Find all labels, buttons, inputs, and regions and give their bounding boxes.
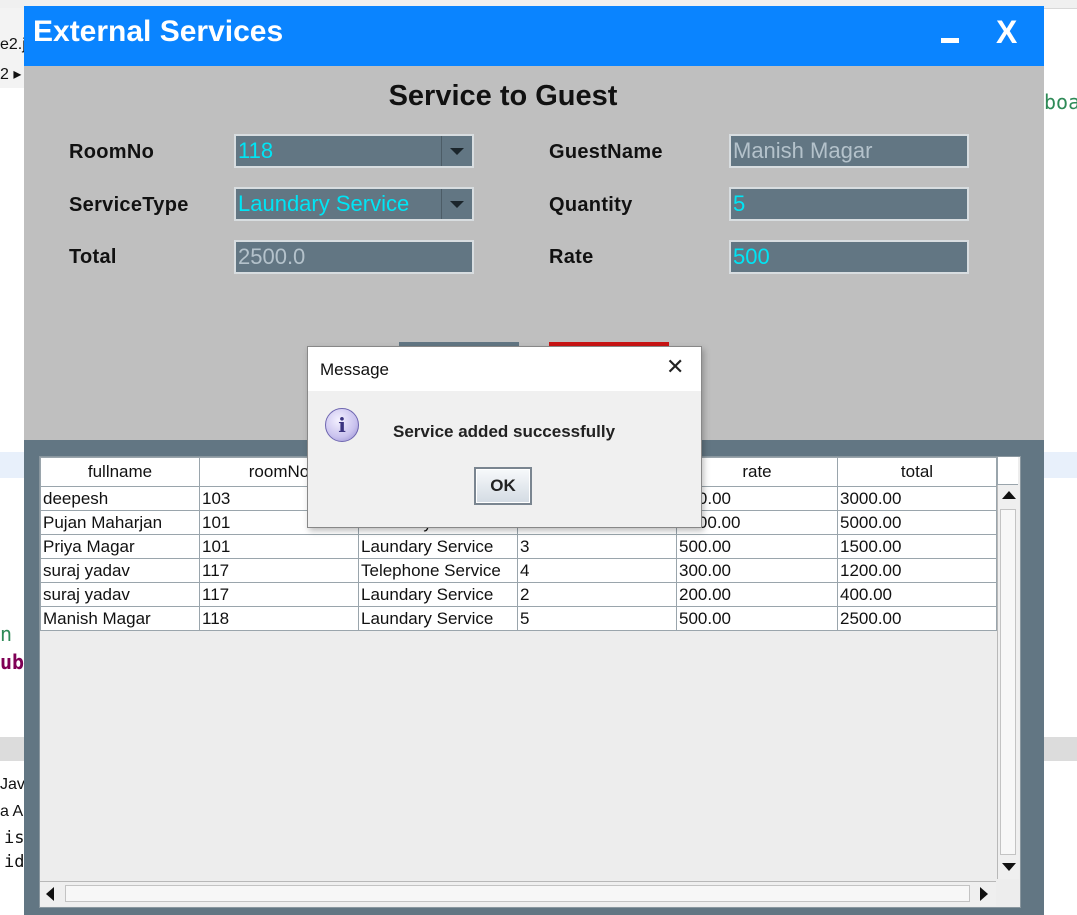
window-title: External Services (33, 15, 284, 48)
room-no-label: RoomNo (69, 141, 155, 163)
table-row[interactable]: suraj yadav 117 Laundary Service 2 200.0… (40, 582, 997, 607)
rate-label: Rate (549, 246, 594, 268)
guest-name-label: GuestName (549, 141, 663, 163)
ide-code-fragment: ub (0, 650, 25, 674)
table-row[interactable]: Priya Magar 101 Laundary Service 3 500.0… (40, 534, 997, 559)
ide-console-text: is (4, 828, 25, 848)
cell-fullname[interactable]: Manish Magar (40, 606, 200, 631)
message-dialog: Message ✕ i Service added successfully O… (307, 346, 702, 528)
quantity-label: Quantity (549, 194, 633, 216)
vertical-scroll-thumb[interactable] (1000, 509, 1016, 855)
cell-quantity[interactable]: 5 (517, 606, 677, 631)
table-header-corner (997, 457, 1018, 485)
room-no-combobox[interactable]: 118 (234, 134, 474, 168)
quantity-field[interactable]: 5 (729, 187, 969, 221)
scroll-right-arrow-icon[interactable] (980, 887, 988, 901)
dialog-titlebar[interactable]: Message ✕ (308, 347, 701, 391)
ide-tab-label[interactable]: e2.j (0, 36, 26, 54)
cell-rate[interactable]: 500.00 (676, 606, 838, 631)
cell-fullname[interactable]: deepesh (40, 486, 200, 511)
ide-panel-divider (0, 737, 24, 761)
cell-rate[interactable]: 200.00 (676, 582, 838, 607)
cell-rate[interactable]: 300.00 (676, 558, 838, 583)
scroll-left-arrow-icon[interactable] (46, 887, 54, 901)
window-titlebar[interactable]: External Services X (24, 6, 1044, 66)
ok-button[interactable]: OK (474, 467, 532, 505)
scroll-down-arrow-icon[interactable] (1002, 863, 1016, 871)
cell-fullname[interactable]: Priya Magar (40, 534, 200, 559)
ide-console-text: id (4, 852, 25, 872)
cell-roomno[interactable]: 117 (199, 558, 359, 583)
cell-total[interactable]: 3000.00 (837, 486, 997, 511)
ide-line-highlight (1044, 452, 1077, 478)
cell-servicetype[interactable]: Laundary Service (358, 606, 518, 631)
total-label: Total (69, 246, 117, 268)
ide-code-fragment: boa (1044, 90, 1077, 114)
scroll-up-arrow-icon[interactable] (1002, 491, 1016, 499)
close-icon[interactable]: ✕ (666, 355, 684, 380)
service-type-combobox[interactable]: Laundary Service (234, 187, 474, 221)
horizontal-scroll-thumb[interactable] (65, 885, 970, 902)
cell-roomno[interactable]: 118 (199, 606, 359, 631)
horizontal-scrollbar[interactable] (40, 881, 996, 906)
form-heading: Service to Guest (388, 80, 618, 112)
cell-rate[interactable]: 500.00 (676, 534, 838, 559)
guest-name-field[interactable]: Manish Magar (729, 134, 969, 168)
chevron-down-icon[interactable] (441, 189, 472, 219)
room-no-value: 118 (238, 138, 274, 163)
cell-total[interactable]: 1200.00 (837, 558, 997, 583)
dialog-message: Service added successfully (393, 422, 616, 441)
cell-fullname[interactable]: suraj yadav (40, 582, 200, 607)
table-row[interactable]: Manish Magar 118 Laundary Service 5 500.… (40, 606, 997, 631)
cell-total[interactable]: 5000.00 (837, 510, 997, 535)
cell-quantity[interactable]: 3 (517, 534, 677, 559)
cell-roomno[interactable]: 117 (199, 582, 359, 607)
cell-total[interactable]: 1500.00 (837, 534, 997, 559)
cell-servicetype[interactable]: Laundary Service (358, 534, 518, 559)
minimize-button[interactable] (941, 38, 959, 43)
cell-fullname[interactable]: suraj yadav (40, 558, 200, 583)
vertical-scrollbar[interactable] (997, 485, 1019, 879)
ide-panel-divider (1044, 737, 1077, 761)
cell-quantity[interactable]: 4 (517, 558, 677, 583)
cell-total[interactable]: 2500.00 (837, 606, 997, 631)
cell-total[interactable]: 400.00 (837, 582, 997, 607)
ide-breadcrumb: 2 ▸ (0, 66, 22, 83)
ide-line-highlight (0, 452, 24, 478)
dialog-title: Message (320, 360, 389, 379)
service-type-value: Laundary Service (238, 191, 410, 216)
rate-field[interactable]: 500 (729, 240, 969, 274)
cell-servicetype[interactable]: Telephone Service (358, 558, 518, 583)
column-header-total[interactable]: total (837, 457, 997, 487)
cell-quantity[interactable]: 2 (517, 582, 677, 607)
ide-code-fragment: n (0, 622, 13, 646)
close-button[interactable]: X (996, 14, 1017, 51)
ide-console-label: a A (0, 803, 24, 820)
column-header-fullname[interactable]: fullname (40, 457, 200, 487)
table-row[interactable]: suraj yadav 117 Telephone Service 4 300.… (40, 558, 997, 583)
cell-servicetype[interactable]: Laundary Service (358, 582, 518, 607)
cell-fullname[interactable]: Pujan Maharjan (40, 510, 200, 535)
chevron-down-icon[interactable] (441, 136, 472, 166)
cell-roomno[interactable]: 101 (199, 534, 359, 559)
total-field[interactable]: 2500.0 (234, 240, 474, 274)
ide-editor-tabs: e2.j 2 ▸ (0, 8, 26, 88)
info-icon: i (325, 408, 359, 442)
service-type-label: ServiceType (69, 194, 189, 216)
